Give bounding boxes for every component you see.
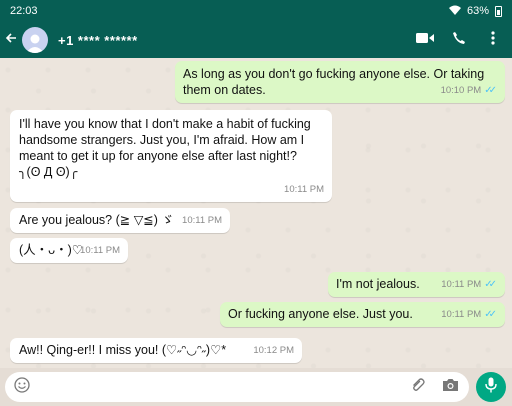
read-ticks-icon: ✓✓	[484, 85, 497, 96]
status-time: 22:03	[10, 5, 38, 17]
message-time: 10:11 PM	[80, 245, 120, 256]
message-composer	[5, 372, 469, 402]
contact-name[interactable]: +1 **** ******	[58, 33, 138, 48]
message-bubble-incoming[interactable]: (人・ᴗ・)♡ 10:11 PM	[10, 238, 128, 263]
more-vert-icon	[491, 30, 495, 50]
message-meta: 10:11 PM	[182, 213, 222, 229]
message-input[interactable]	[41, 379, 407, 395]
read-ticks-icon: ✓✓	[484, 279, 497, 290]
voice-call-button[interactable]	[450, 31, 468, 49]
message-time: 10:11 PM	[441, 279, 482, 290]
wifi-icon	[448, 5, 461, 18]
message-meta: 10:10 PM ✓✓	[441, 83, 497, 99]
message-bubble-incoming[interactable]: I'll have you know that I don't make a h…	[10, 110, 332, 202]
message-text: Aw!! Qing-er!! I miss you! (♡˶ᵔ◡ᵔ˶)♡*	[19, 343, 227, 357]
mic-button[interactable]	[476, 372, 506, 402]
message-time: 10:11 PM	[284, 184, 324, 195]
arrow-back-icon	[5, 31, 17, 49]
emoji-icon	[14, 376, 30, 398]
mic-icon	[485, 377, 497, 398]
message-time: 10:11 PM	[441, 309, 482, 320]
message-meta: 10:11 PM	[284, 182, 324, 198]
message-meta: 10:12 PM	[253, 343, 294, 359]
composer-bar	[0, 368, 512, 406]
menu-button[interactable]	[484, 30, 502, 50]
camera-button[interactable]	[439, 376, 461, 398]
message-bubble-outgoing[interactable]: I'm not jealous. 10:11 PM ✓✓	[328, 272, 505, 297]
back-button[interactable]	[0, 22, 22, 58]
message-text: I'll have you know that I don't make a h…	[19, 117, 311, 179]
message-bubble-outgoing[interactable]: Or fucking anyone else. Just you. 10:11 …	[220, 302, 505, 327]
video-call-button[interactable]	[416, 31, 434, 49]
battery-level: 63%	[466, 5, 489, 17]
message-time: 10:11 PM	[182, 215, 222, 226]
battery-icon	[495, 5, 502, 17]
message-bubble-outgoing[interactable]: As long as you don't go fucking anyone e…	[175, 61, 505, 103]
phone-icon	[452, 31, 466, 50]
camera-icon	[442, 378, 459, 397]
message-time: 10:12 PM	[253, 345, 294, 356]
message-bubble-incoming[interactable]: Aw!! Qing-er!! I miss you! (♡˶ᵔ◡ᵔ˶)♡* 10…	[10, 338, 302, 363]
status-indicators: 63%	[448, 5, 502, 18]
status-bar: 22:03 63%	[0, 0, 512, 22]
chat-header: +1 **** ******	[0, 22, 512, 58]
read-ticks-icon: ✓✓	[484, 309, 497, 320]
message-bubble-incoming[interactable]: Are you jealous? (≧ ▽≦) ゞ 10:11 PM	[10, 208, 230, 233]
emoji-button[interactable]	[11, 376, 33, 398]
message-meta: 10:11 PM ✓✓	[441, 307, 497, 323]
message-meta: 10:11 PM	[80, 243, 120, 259]
message-list[interactable]: As long as you don't go fucking anyone e…	[0, 58, 512, 368]
video-call-icon	[416, 31, 434, 49]
avatar[interactable]	[22, 27, 48, 53]
message-time: 10:10 PM	[440, 85, 482, 96]
message-meta: 10:11 PM ✓✓	[441, 277, 497, 293]
attach-button[interactable]	[407, 376, 429, 398]
attach-icon	[410, 377, 426, 398]
